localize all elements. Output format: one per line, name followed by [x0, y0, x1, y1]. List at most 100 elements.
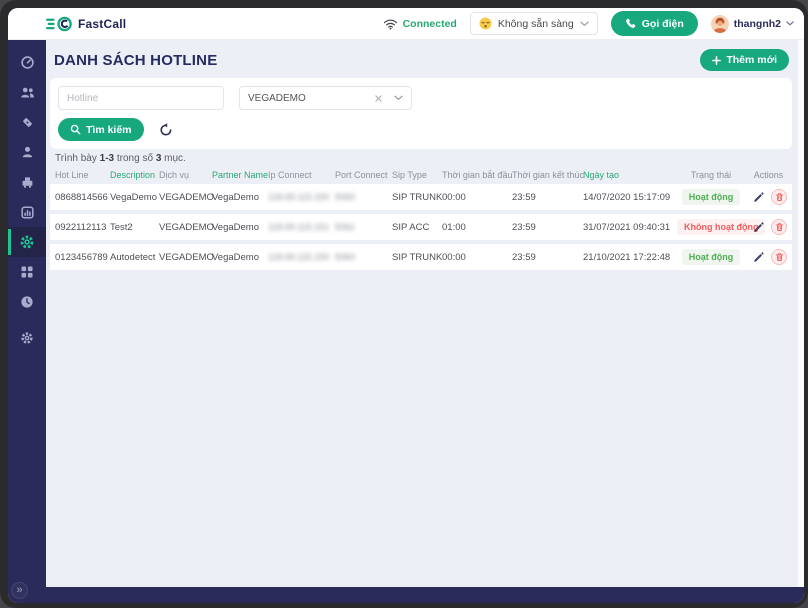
gear-icon [19, 234, 35, 250]
brand-logo: FastCall [46, 15, 126, 33]
add-new-label: Thêm mới [726, 54, 777, 66]
chart-icon [20, 205, 35, 220]
ticket-icon [20, 115, 35, 130]
cell-dich-vu: VEGADEMO [154, 222, 207, 233]
summary-of: trong số [117, 153, 153, 164]
col-sip-type[interactable]: Sip Type [387, 170, 437, 180]
brand-name: FastCall [78, 17, 126, 31]
clear-selection-icon[interactable] [375, 95, 382, 102]
call-button[interactable]: Gọi điện [611, 11, 698, 36]
search-icon [70, 124, 81, 135]
table-row: 0123456789 Autodetect VEGADEMO VegaDemo … [50, 244, 792, 270]
summary-total: 3 [156, 153, 162, 164]
col-description[interactable]: Description [105, 170, 154, 180]
col-status[interactable]: Trạng thái [677, 170, 745, 180]
col-start-time[interactable]: Thời gian bắt đầu [437, 170, 507, 180]
sidebar-expand-button[interactable]: » [11, 582, 28, 599]
connection-label: Connected [403, 18, 457, 30]
sidebar-item-tickets[interactable] [8, 107, 46, 137]
settings-gear-icon [20, 331, 34, 345]
sidebar-item-dashboard[interactable] [8, 47, 46, 77]
col-partner-name[interactable]: Partner Name [207, 170, 263, 180]
summary-unit: mục. [164, 153, 186, 164]
cell-sip-type: SIP TRUNK [387, 252, 437, 263]
sidebar-item-history[interactable] [8, 287, 46, 317]
search-button[interactable]: Tìm kiếm [58, 118, 144, 141]
search-button-label: Tìm kiếm [86, 124, 132, 136]
users-icon [20, 86, 35, 99]
cell-hot-line: 0922112113 [50, 222, 105, 233]
filter-panel: VEGADEMO T [50, 78, 792, 149]
sidebar-nav [8, 40, 46, 587]
cell-description: Test2 [105, 222, 154, 233]
col-actions: Actions [745, 170, 792, 180]
edit-button[interactable] [750, 189, 766, 205]
delete-button[interactable] [771, 219, 787, 235]
sidebar-item-apps[interactable] [8, 257, 46, 287]
cell-partner-name: VegaDemo [207, 252, 263, 263]
cell-start-time: 00:00 [437, 252, 507, 263]
delete-button[interactable] [771, 249, 787, 265]
cell-sip-type: SIP ACC [387, 222, 437, 233]
sidebar-item-agents[interactable] [8, 77, 46, 107]
add-new-button[interactable]: Thêm mới [700, 49, 789, 71]
trash-icon [775, 252, 784, 262]
cell-end-time: 23:59 [507, 222, 578, 233]
pencil-icon [753, 192, 764, 203]
top-bar: FastCall Connected [8, 8, 804, 40]
trash-icon [775, 222, 784, 232]
page-title: DANH SÁCH HOTLINE [54, 52, 217, 69]
trash-icon [775, 192, 784, 202]
summary-range: 1-3 [100, 153, 114, 164]
cell-sip-type: SIP TRUNK [387, 192, 437, 203]
cell-partner-name: VegaDemo [207, 192, 263, 203]
bottom-bar [8, 587, 804, 603]
col-hot-line[interactable]: Hot Line [50, 170, 105, 180]
sidebar-item-reports[interactable] [8, 197, 46, 227]
sidebar-item-company[interactable] [8, 167, 46, 197]
hotline-search-input[interactable] [58, 86, 224, 110]
cell-ip-connect-redacted: 118.69.115.150 [263, 252, 330, 262]
col-port-connect[interactable]: Port Connect [330, 170, 387, 180]
edit-button[interactable] [750, 219, 766, 235]
user-menu[interactable]: thangnh2 [711, 15, 794, 33]
col-end-time[interactable]: Thời gian kết thúc [507, 170, 578, 180]
call-button-label: Gọi điện [642, 18, 684, 30]
col-created[interactable]: Ngày tạo [578, 170, 677, 180]
results-summary: Trình bày 1-3 trong số 3 mục. [55, 153, 797, 164]
hotline-table: Hot Line Description Dịch vụ Partner Nam… [50, 166, 792, 270]
chevron-down-icon [394, 95, 403, 101]
refresh-icon [159, 123, 173, 137]
avatar [711, 15, 729, 33]
pencil-icon [753, 222, 764, 233]
cell-port-connect-redacted: 5060 [330, 192, 387, 202]
reset-filters-button[interactable] [159, 123, 173, 137]
filter-actions-row: Tìm kiếm [58, 118, 782, 141]
sidebar-item-settings[interactable] [8, 323, 46, 353]
app-window: FastCall Connected [8, 8, 804, 603]
window-frame: FastCall Connected [0, 0, 808, 608]
delete-button[interactable] [771, 189, 787, 205]
phone-icon [625, 18, 636, 29]
availability-label: Không sẵn sàng [498, 18, 574, 30]
chevron-down-icon [580, 21, 589, 27]
grid-icon [20, 265, 34, 279]
scrollbar-track[interactable] [797, 40, 804, 587]
cell-hot-line: 0123456789 [50, 252, 105, 263]
sidebar-item-customer[interactable] [8, 137, 46, 167]
edit-button[interactable] [750, 249, 766, 265]
top-bar-controls: Connected Không sẵn sàng [383, 11, 794, 36]
chevron-down-icon [786, 21, 794, 26]
username-label: thangnh2 [734, 18, 781, 30]
clock-icon [20, 295, 34, 309]
col-ip-connect[interactable]: Ip Connect [263, 170, 330, 180]
availability-select[interactable]: Không sẵn sàng [470, 12, 598, 35]
cell-end-time: 23:59 [507, 192, 578, 203]
sleepy-emoji-icon [479, 17, 492, 30]
col-dich-vu[interactable]: Dịch vụ [154, 170, 207, 180]
summary-show: Trình bày [55, 153, 97, 164]
sidebar-item-hotline-settings[interactable] [8, 227, 46, 257]
building-icon [20, 175, 35, 189]
cell-partner-name: VegaDemo [207, 222, 263, 233]
partner-select[interactable]: VEGADEMO [239, 86, 412, 110]
